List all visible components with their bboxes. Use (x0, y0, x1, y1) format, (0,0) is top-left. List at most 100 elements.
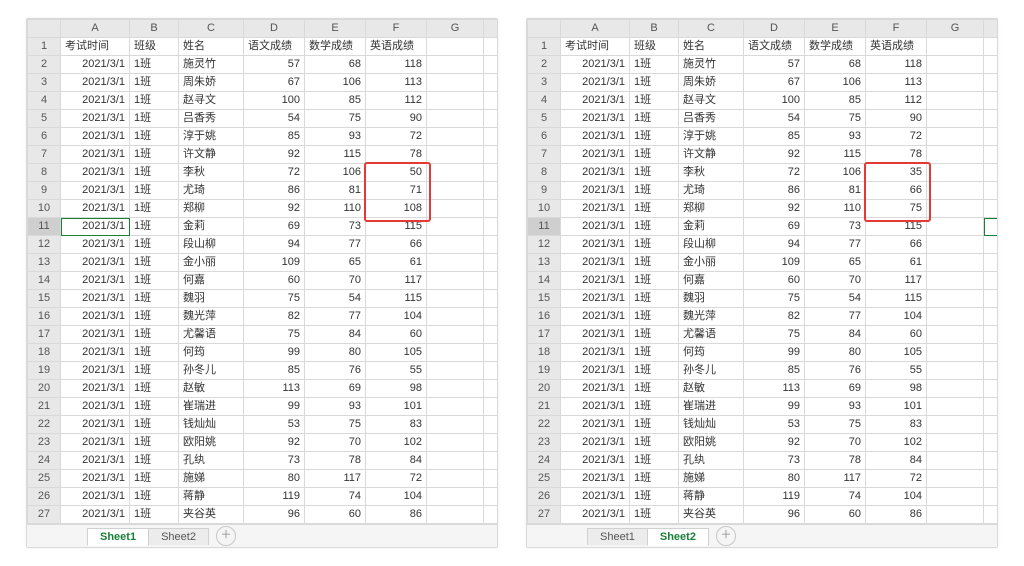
col-header-H[interactable]: H (984, 20, 999, 38)
cell[interactable]: 77 (805, 236, 866, 254)
cell[interactable]: 66 (366, 236, 427, 254)
cell[interactable]: 72 (366, 470, 427, 488)
header-cell[interactable]: 考试时间 (61, 38, 130, 56)
cell[interactable]: 2021/3/1 (561, 398, 630, 416)
row-header[interactable]: 8 (28, 164, 61, 182)
header-cell[interactable]: 姓名 (179, 38, 244, 56)
cell[interactable] (427, 200, 484, 218)
row-header[interactable]: 4 (28, 92, 61, 110)
cell[interactable]: 1班 (630, 362, 679, 380)
cell[interactable]: 2021/3/1 (561, 434, 630, 452)
row-header[interactable]: 16 (528, 308, 561, 326)
cell[interactable] (484, 200, 499, 218)
cell[interactable] (927, 326, 984, 344)
cell[interactable]: 钱灿灿 (679, 416, 744, 434)
cell[interactable]: 108 (366, 200, 427, 218)
cell[interactable]: 何嘉 (179, 272, 244, 290)
cell[interactable]: 赵寻文 (179, 92, 244, 110)
cell[interactable] (427, 128, 484, 146)
cell[interactable]: 1班 (130, 254, 179, 272)
cell[interactable]: 1班 (130, 146, 179, 164)
cell[interactable]: 74 (805, 488, 866, 506)
cell[interactable]: 109 (744, 254, 805, 272)
cell[interactable]: 1班 (130, 344, 179, 362)
cell[interactable]: 84 (866, 452, 927, 470)
cell[interactable] (927, 164, 984, 182)
header-cell[interactable]: 姓名 (679, 38, 744, 56)
cell[interactable] (984, 92, 999, 110)
cell[interactable] (484, 290, 499, 308)
cell[interactable]: 61 (866, 254, 927, 272)
cell[interactable]: 78 (305, 452, 366, 470)
cell[interactable]: 2021/3/1 (61, 182, 130, 200)
cell[interactable] (484, 182, 499, 200)
cell[interactable] (427, 488, 484, 506)
cell[interactable]: 113 (244, 380, 305, 398)
row-header[interactable]: 24 (28, 452, 61, 470)
row-header[interactable]: 9 (28, 182, 61, 200)
cell[interactable] (484, 488, 499, 506)
cell[interactable] (427, 344, 484, 362)
cell[interactable]: 74 (305, 488, 366, 506)
cell[interactable]: 孙冬儿 (179, 362, 244, 380)
cell[interactable]: 70 (805, 272, 866, 290)
cell[interactable] (484, 470, 499, 488)
header-cell[interactable]: 班级 (630, 38, 679, 56)
cell[interactable]: 90 (366, 110, 427, 128)
cell[interactable]: 104 (366, 308, 427, 326)
cell[interactable]: 1班 (130, 164, 179, 182)
cell[interactable]: 2021/3/1 (561, 344, 630, 362)
cell[interactable]: 100 (744, 92, 805, 110)
row-header[interactable]: 10 (528, 200, 561, 218)
cell[interactable] (484, 218, 499, 236)
cell[interactable]: 77 (805, 308, 866, 326)
cell[interactable]: 78 (805, 452, 866, 470)
cell[interactable]: 1班 (630, 452, 679, 470)
cell[interactable]: 66 (866, 182, 927, 200)
cell[interactable] (427, 416, 484, 434)
cell[interactable] (427, 308, 484, 326)
cell[interactable]: 1班 (630, 92, 679, 110)
cell[interactable] (984, 146, 999, 164)
cell[interactable]: 2021/3/1 (561, 164, 630, 182)
cell[interactable] (427, 380, 484, 398)
row-header[interactable]: 23 (28, 434, 61, 452)
cell[interactable] (984, 74, 999, 92)
cell[interactable]: 82 (244, 308, 305, 326)
cell[interactable]: 119 (744, 488, 805, 506)
cell[interactable]: 金莉 (179, 218, 244, 236)
cell[interactable]: 2021/3/1 (61, 92, 130, 110)
cell[interactable]: 2021/3/1 (561, 218, 630, 236)
cell[interactable]: 98 (366, 380, 427, 398)
cell[interactable]: 2021/3/1 (61, 200, 130, 218)
cell[interactable] (984, 488, 999, 506)
cell[interactable]: 2021/3/1 (61, 488, 130, 506)
cell[interactable]: 1班 (630, 488, 679, 506)
cell[interactable]: 何筠 (179, 344, 244, 362)
cell[interactable]: 72 (866, 470, 927, 488)
cell[interactable] (427, 110, 484, 128)
cell[interactable]: 71 (366, 182, 427, 200)
cell[interactable] (484, 146, 499, 164)
cell[interactable]: 72 (866, 128, 927, 146)
header-cell[interactable] (984, 38, 999, 56)
cell[interactable]: 60 (744, 272, 805, 290)
cell[interactable]: 1班 (130, 326, 179, 344)
row-header[interactable]: 15 (528, 290, 561, 308)
cell[interactable]: 92 (244, 434, 305, 452)
header-cell[interactable]: 英语成绩 (866, 38, 927, 56)
cell[interactable]: 105 (366, 344, 427, 362)
row-header[interactable]: 3 (528, 74, 561, 92)
cell[interactable] (484, 380, 499, 398)
cell[interactable]: 金小丽 (679, 254, 744, 272)
row-header[interactable]: 11 (528, 218, 561, 236)
cell[interactable]: 1班 (130, 56, 179, 74)
cell[interactable]: 113 (744, 380, 805, 398)
cell[interactable]: 尤馨语 (679, 326, 744, 344)
cell[interactable]: 2021/3/1 (561, 146, 630, 164)
cell[interactable]: 54 (744, 110, 805, 128)
row-header[interactable]: 11 (28, 218, 61, 236)
cell[interactable] (927, 128, 984, 146)
cell[interactable]: 104 (866, 308, 927, 326)
cell[interactable]: 2021/3/1 (561, 56, 630, 74)
